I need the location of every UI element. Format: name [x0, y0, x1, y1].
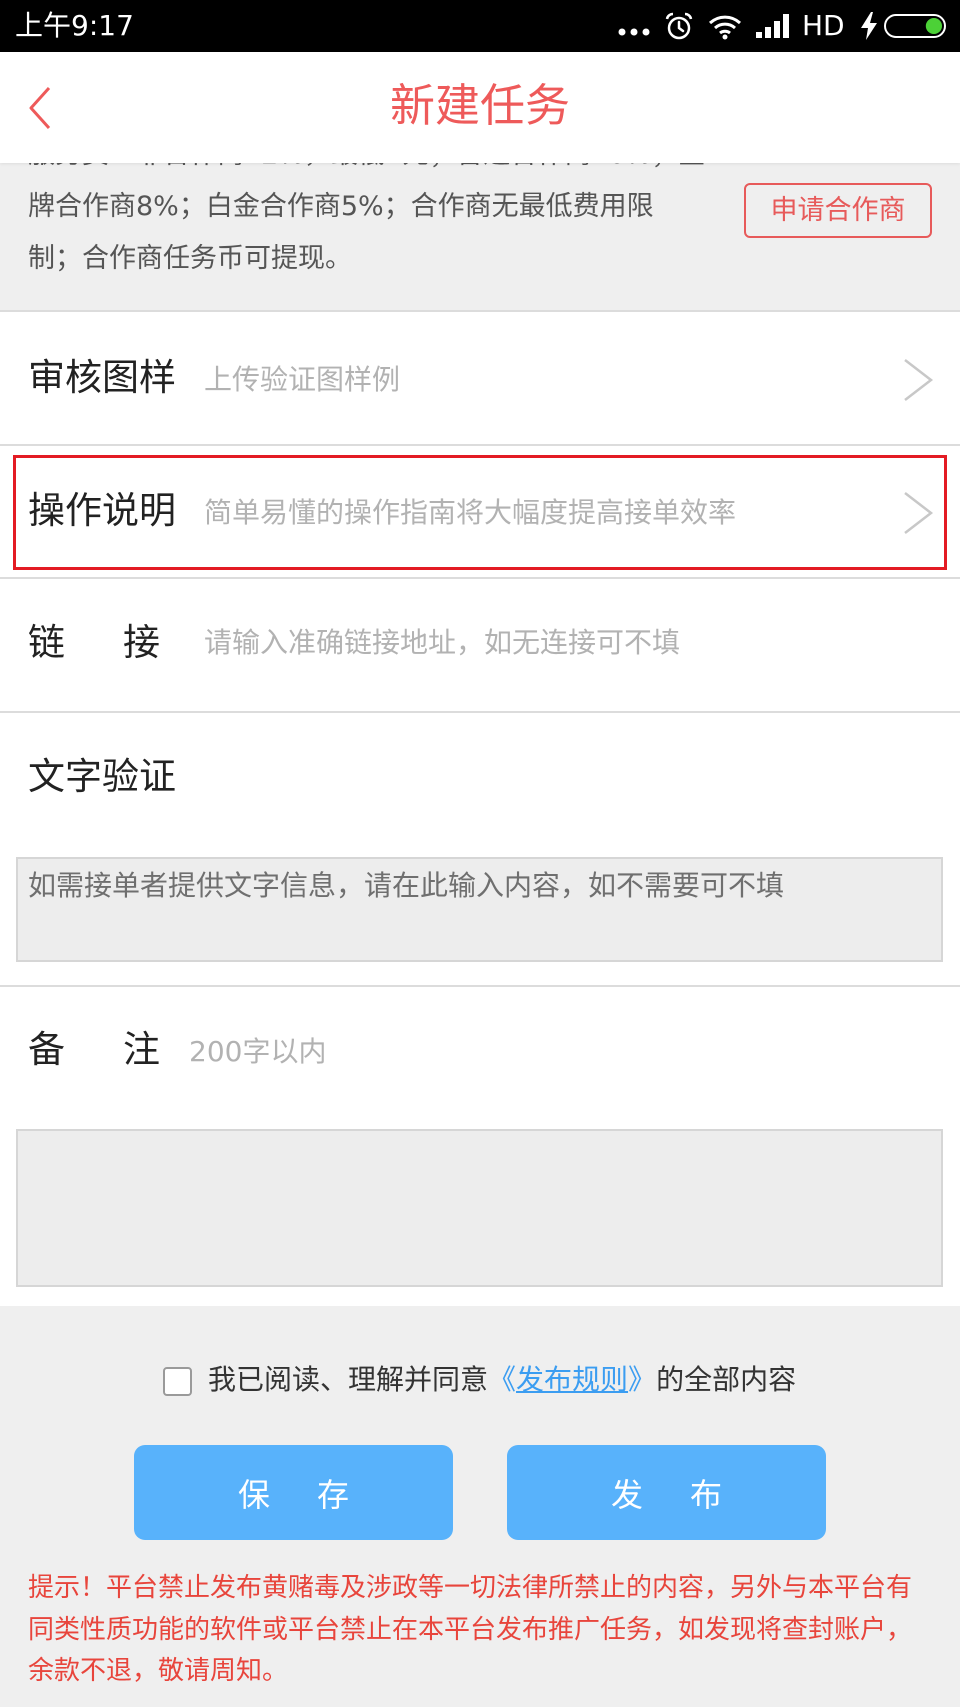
- charging-icon: [861, 12, 877, 40]
- battery-level-fill: [925, 18, 942, 34]
- fee-notice-line: 牌合作商8%；白金合作商5%；合作商无最低费用限: [28, 191, 654, 222]
- battery-icon: [884, 14, 946, 38]
- app-header: 新建任务: [0, 52, 960, 163]
- agreement-suffix: 的全部内容: [656, 1363, 797, 1396]
- agreement-checkbox[interactable]: [163, 1367, 192, 1396]
- link-input[interactable]: [204, 627, 924, 659]
- row-instructions[interactable]: 操作说明 简单易懂的操作指南将大幅度提高接单效率: [0, 444, 960, 577]
- chevron-right-icon: [904, 492, 934, 534]
- text-verification-textarea[interactable]: [16, 857, 943, 962]
- status-time: 上午9:17: [15, 9, 134, 42]
- signal-icon: [756, 14, 789, 38]
- apply-partner-button[interactable]: 申请合作商: [744, 183, 932, 238]
- publish-button[interactable]: 发布: [507, 1445, 826, 1540]
- warning-line: 提示！平台禁止发布黄赌毒及涉政等一切法律所禁止的内容，另外与本平台有: [28, 1573, 913, 1603]
- link-label: 链接: [28, 621, 218, 664]
- rule-link-text[interactable]: 发布规则: [516, 1363, 628, 1396]
- fee-notice-line: 制；合作商任务币可提现。: [28, 243, 352, 274]
- more-dots-icon: [618, 28, 650, 36]
- instructions-hint: 简单易懂的操作指南将大幅度提高接单效率: [204, 496, 737, 529]
- network-type-label: HD: [802, 9, 845, 42]
- chevron-right-icon: [904, 359, 934, 401]
- row-review-sample[interactable]: 审核图样 上传验证图样例: [0, 310, 960, 444]
- review-sample-hint: 上传验证图样例: [204, 363, 401, 396]
- rule-close-bracket: 》: [628, 1363, 657, 1396]
- review-sample-label: 审核图样: [28, 356, 176, 399]
- rule-open-bracket: 《: [488, 1363, 517, 1396]
- remarks-hint: 200字以内: [189, 1035, 327, 1068]
- publish-rules-link[interactable]: 《发布规则》: [488, 1363, 656, 1396]
- publish-button-label: 发布: [610, 1475, 769, 1514]
- page-title: 新建任务: [389, 79, 570, 132]
- row-link: 链接: [0, 577, 960, 711]
- alarm-icon: [665, 12, 693, 40]
- agreement-prefix: 我已阅读、理解并同意: [208, 1363, 489, 1396]
- text-verification-label: 文字验证: [28, 755, 176, 798]
- warning-notice: 提示！平台禁止发布黄赌毒及涉政等一切法律所禁止的内容，另外与本平台有 同类性质功…: [28, 1568, 912, 1693]
- warning-line: 同类性质功能的软件或平台禁止在本平台发布推广任务，如发现将查封账户，: [28, 1614, 913, 1645]
- instructions-label: 操作说明: [28, 489, 176, 532]
- remarks-textarea[interactable]: [16, 1129, 943, 1287]
- wifi-icon: [708, 15, 742, 40]
- save-button[interactable]: 保存: [134, 1445, 453, 1540]
- section-text-verification: 文字验证: [0, 711, 960, 985]
- agreement-text: 我已阅读、理解并同意《发布规则》的全部内容: [208, 1364, 796, 1396]
- warning-line: 余款不退，敬请周知。: [28, 1656, 289, 1686]
- section-remarks: 备注 200字以内: [0, 985, 960, 1306]
- status-bar: 上午9:17 HD: [0, 0, 960, 52]
- save-button-label: 保存: [237, 1475, 396, 1514]
